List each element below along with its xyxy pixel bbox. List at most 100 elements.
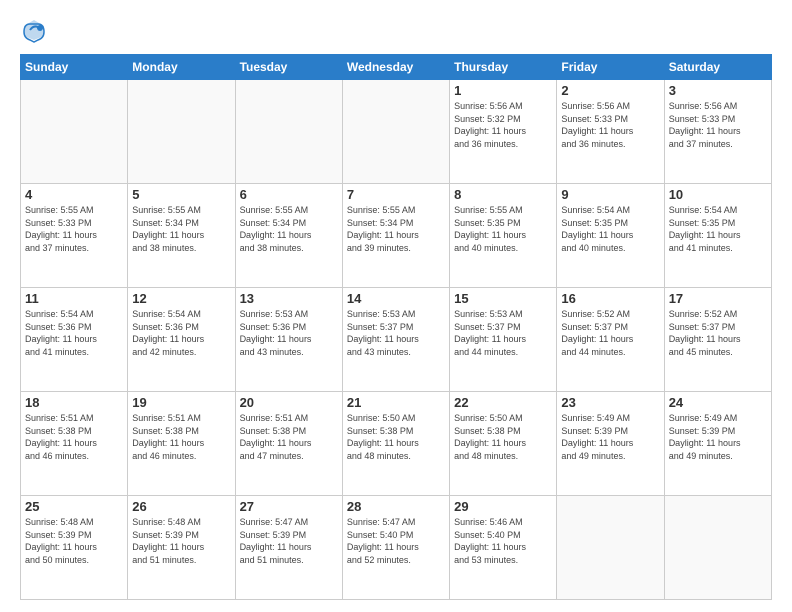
day-number: 1 [454,83,552,98]
day-number: 15 [454,291,552,306]
day-header-saturday: Saturday [664,55,771,80]
day-info: Sunrise: 5:52 AM Sunset: 5:37 PM Dayligh… [669,308,767,358]
calendar-cell [664,496,771,600]
calendar-cell: 24 Sunrise: 5:49 AM Sunset: 5:39 PM Dayli… [664,392,771,496]
calendar-table: SundayMondayTuesdayWednesdayThursdayFrid… [20,54,772,600]
day-number: 27 [240,499,338,514]
day-info: Sunrise: 5:53 AM Sunset: 5:36 PM Dayligh… [240,308,338,358]
calendar-cell [235,80,342,184]
day-number: 6 [240,187,338,202]
day-header-friday: Friday [557,55,664,80]
day-info: Sunrise: 5:55 AM Sunset: 5:34 PM Dayligh… [240,204,338,254]
day-info: Sunrise: 5:55 AM Sunset: 5:34 PM Dayligh… [347,204,445,254]
calendar-cell: 26 Sunrise: 5:48 AM Sunset: 5:39 PM Dayli… [128,496,235,600]
day-number: 26 [132,499,230,514]
day-header-tuesday: Tuesday [235,55,342,80]
day-number: 29 [454,499,552,514]
logo [20,16,52,44]
day-number: 17 [669,291,767,306]
general-blue-icon [20,16,48,44]
calendar-cell: 21Sunrise: 5:50 AM Sunset: 5:38 PM Dayli… [342,392,449,496]
day-number: 20 [240,395,338,410]
calendar-week-4: 18 Sunrise: 5:51 AM Sunset: 5:38 PM Dayli… [21,392,772,496]
day-number: 3 [669,83,767,98]
calendar-cell: 25 Sunrise: 5:48 AM Sunset: 5:39 PM Dayli… [21,496,128,600]
calendar-cell: 10Sunrise: 5:54 AM Sunset: 5:35 PM Dayli… [664,184,771,288]
calendar-cell: 14 Sunrise: 5:53 AM Sunset: 5:37 PM Dayli… [342,288,449,392]
day-info: Sunrise: 5:50 AM Sunset: 5:38 PM Dayligh… [454,412,552,462]
day-header-sunday: Sunday [21,55,128,80]
day-info: Sunrise: 5:48 AM Sunset: 5:39 PM Dayligh… [132,516,230,566]
calendar-cell: 6 Sunrise: 5:55 AM Sunset: 5:34 PM Daylig… [235,184,342,288]
day-info: Sunrise: 5:53 AM Sunset: 5:37 PM Dayligh… [454,308,552,358]
calendar-cell: 3 Sunrise: 5:56 AM Sunset: 5:33 PM Daylig… [664,80,771,184]
day-info: Sunrise: 5:55 AM Sunset: 5:33 PM Dayligh… [25,204,123,254]
calendar-cell: 23 Sunrise: 5:49 AM Sunset: 5:39 PM Dayli… [557,392,664,496]
day-info: Sunrise: 5:56 AM Sunset: 5:32 PM Dayligh… [454,100,552,150]
calendar-cell [128,80,235,184]
day-info: Sunrise: 5:54 AM Sunset: 5:36 PM Dayligh… [25,308,123,358]
calendar-cell: 7 Sunrise: 5:55 AM Sunset: 5:34 PM Daylig… [342,184,449,288]
calendar-cell [557,496,664,600]
calendar-cell: 11Sunrise: 5:54 AM Sunset: 5:36 PM Dayli… [21,288,128,392]
calendar-cell: 17 Sunrise: 5:52 AM Sunset: 5:37 PM Dayli… [664,288,771,392]
day-info: Sunrise: 5:48 AM Sunset: 5:39 PM Dayligh… [25,516,123,566]
calendar-header-row: SundayMondayTuesdayWednesdayThursdayFrid… [21,55,772,80]
day-header-thursday: Thursday [450,55,557,80]
calendar-cell: 4 Sunrise: 5:55 AM Sunset: 5:33 PM Daylig… [21,184,128,288]
day-info: Sunrise: 5:47 AM Sunset: 5:39 PM Dayligh… [240,516,338,566]
calendar-cell: 16Sunrise: 5:52 AM Sunset: 5:37 PM Dayli… [557,288,664,392]
calendar-week-2: 4 Sunrise: 5:55 AM Sunset: 5:33 PM Daylig… [21,184,772,288]
calendar-cell: 27 Sunrise: 5:47 AM Sunset: 5:39 PM Dayli… [235,496,342,600]
calendar-cell: 19Sunrise: 5:51 AM Sunset: 5:38 PM Dayli… [128,392,235,496]
day-info: Sunrise: 5:56 AM Sunset: 5:33 PM Dayligh… [561,100,659,150]
day-header-wednesday: Wednesday [342,55,449,80]
day-number: 24 [669,395,767,410]
calendar-cell: 15 Sunrise: 5:53 AM Sunset: 5:37 PM Dayli… [450,288,557,392]
calendar-cell: 13 Sunrise: 5:53 AM Sunset: 5:36 PM Dayli… [235,288,342,392]
calendar-cell: 29 Sunrise: 5:46 AM Sunset: 5:40 PM Dayli… [450,496,557,600]
day-number: 9 [561,187,659,202]
day-number: 19 [132,395,230,410]
day-info: Sunrise: 5:54 AM Sunset: 5:35 PM Dayligh… [669,204,767,254]
day-info: Sunrise: 5:47 AM Sunset: 5:40 PM Dayligh… [347,516,445,566]
day-info: Sunrise: 5:54 AM Sunset: 5:35 PM Dayligh… [561,204,659,254]
day-info: Sunrise: 5:54 AM Sunset: 5:36 PM Dayligh… [132,308,230,358]
day-info: Sunrise: 5:46 AM Sunset: 5:40 PM Dayligh… [454,516,552,566]
calendar-week-3: 11Sunrise: 5:54 AM Sunset: 5:36 PM Dayli… [21,288,772,392]
day-number: 8 [454,187,552,202]
day-number: 2 [561,83,659,98]
day-number: 25 [25,499,123,514]
day-info: Sunrise: 5:53 AM Sunset: 5:37 PM Dayligh… [347,308,445,358]
calendar-cell: 12 Sunrise: 5:54 AM Sunset: 5:36 PM Dayli… [128,288,235,392]
header [20,16,772,44]
day-number: 23 [561,395,659,410]
calendar-cell: 28 Sunrise: 5:47 AM Sunset: 5:40 PM Dayli… [342,496,449,600]
calendar-cell [342,80,449,184]
day-info: Sunrise: 5:55 AM Sunset: 5:34 PM Dayligh… [132,204,230,254]
day-number: 22 [454,395,552,410]
calendar-week-5: 25 Sunrise: 5:48 AM Sunset: 5:39 PM Dayli… [21,496,772,600]
day-number: 13 [240,291,338,306]
calendar-cell [21,80,128,184]
page: SundayMondayTuesdayWednesdayThursdayFrid… [0,0,792,612]
calendar-cell: 2 Sunrise: 5:56 AM Sunset: 5:33 PM Daylig… [557,80,664,184]
calendar-cell: 5Sunrise: 5:55 AM Sunset: 5:34 PM Daylig… [128,184,235,288]
day-number: 7 [347,187,445,202]
day-info: Sunrise: 5:51 AM Sunset: 5:38 PM Dayligh… [25,412,123,462]
day-info: Sunrise: 5:50 AM Sunset: 5:38 PM Dayligh… [347,412,445,462]
day-info: Sunrise: 5:49 AM Sunset: 5:39 PM Dayligh… [669,412,767,462]
day-number: 14 [347,291,445,306]
day-number: 4 [25,187,123,202]
day-info: Sunrise: 5:52 AM Sunset: 5:37 PM Dayligh… [561,308,659,358]
calendar-cell: 9 Sunrise: 5:54 AM Sunset: 5:35 PM Daylig… [557,184,664,288]
day-info: Sunrise: 5:56 AM Sunset: 5:33 PM Dayligh… [669,100,767,150]
calendar-week-1: 1 Sunrise: 5:56 AM Sunset: 5:32 PM Daylig… [21,80,772,184]
day-number: 18 [25,395,123,410]
day-number: 28 [347,499,445,514]
calendar-cell: 1 Sunrise: 5:56 AM Sunset: 5:32 PM Daylig… [450,80,557,184]
calendar-cell: 18 Sunrise: 5:51 AM Sunset: 5:38 PM Dayli… [21,392,128,496]
calendar-cell: 20Sunrise: 5:51 AM Sunset: 5:38 PM Dayli… [235,392,342,496]
day-info: Sunrise: 5:49 AM Sunset: 5:39 PM Dayligh… [561,412,659,462]
day-number: 12 [132,291,230,306]
